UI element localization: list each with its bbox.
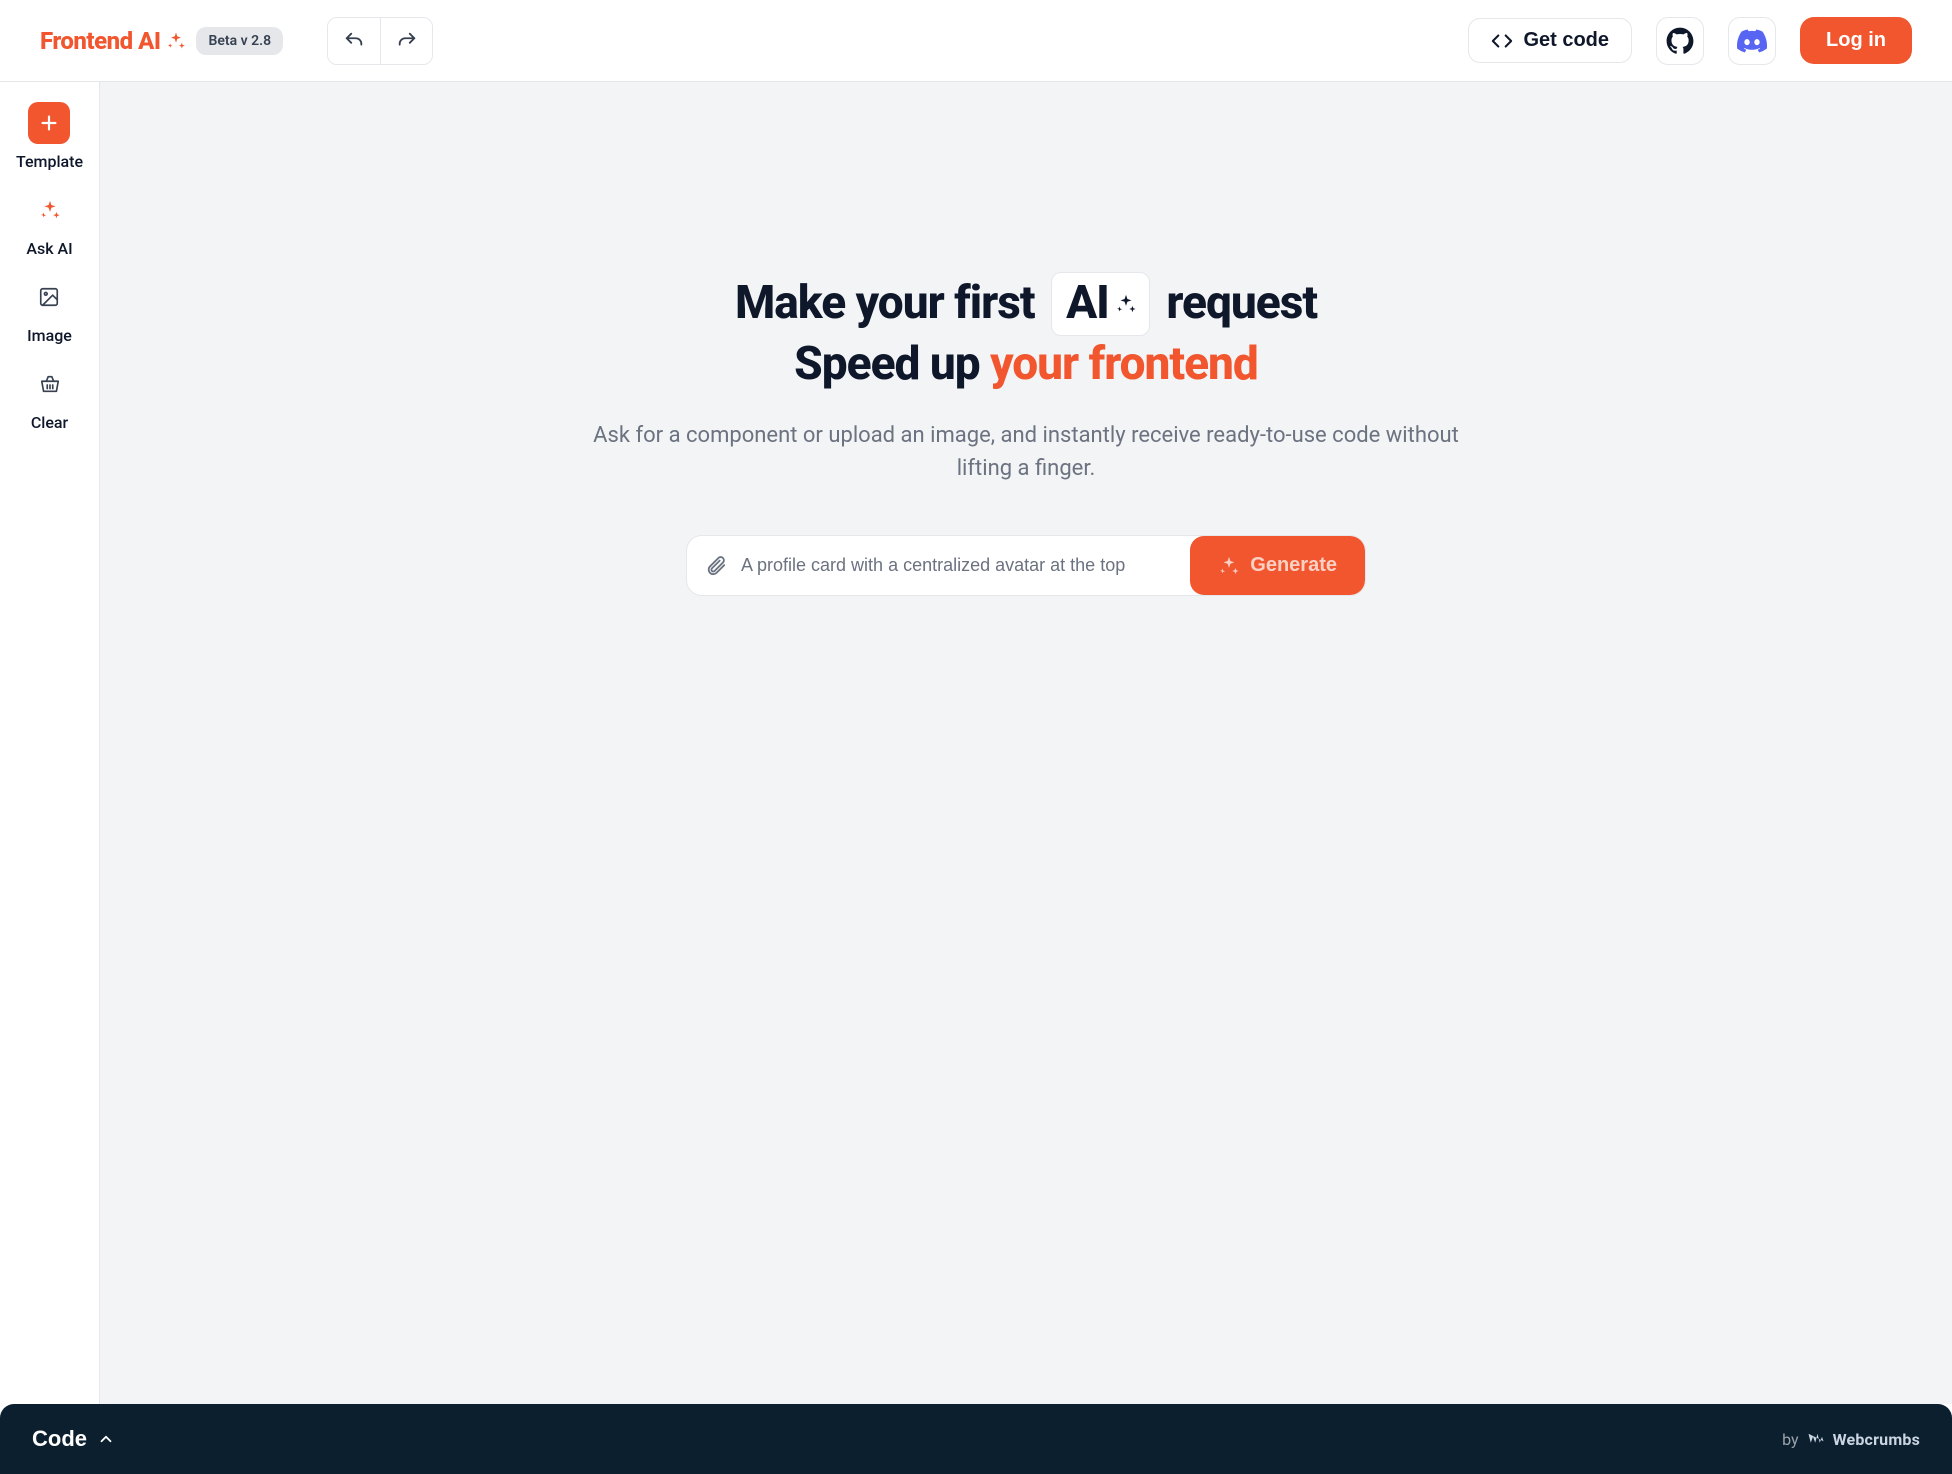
plus-icon xyxy=(38,112,60,134)
hero-line2-accent: your frontend xyxy=(990,337,1258,391)
paperclip-icon[interactable] xyxy=(705,555,727,577)
code-panel-label: Code xyxy=(32,1426,87,1452)
get-code-button[interactable]: Get code xyxy=(1468,18,1632,63)
prompt-bar: Generate xyxy=(686,535,1366,596)
ai-chip-text: AI xyxy=(1066,275,1109,333)
redo-icon xyxy=(396,30,418,52)
sidebar-item-template[interactable]: Template xyxy=(16,102,83,171)
app-header: Frontend AI Beta v 2.8 xyxy=(0,0,1952,82)
sidebar-label-ask-ai: Ask AI xyxy=(26,239,72,258)
sparkle-icon xyxy=(39,199,61,221)
hero-subtitle: Ask for a component or upload an image, … xyxy=(576,419,1476,485)
code-panel-toggle[interactable]: Code xyxy=(32,1426,115,1452)
undo-icon xyxy=(343,30,365,52)
credits-name: Webcrumbs xyxy=(1833,1430,1920,1449)
undo-redo-group xyxy=(327,17,433,65)
sidebar-label-template: Template xyxy=(16,152,83,171)
generate-label: Generate xyxy=(1250,554,1337,577)
basket-icon xyxy=(39,373,61,395)
credits-by: by xyxy=(1782,1430,1798,1449)
prompt-input[interactable] xyxy=(741,555,1172,576)
hero-line1-before: Make your first xyxy=(735,276,1045,330)
sparkle-icon xyxy=(1218,555,1240,577)
sidebar-item-clear[interactable]: Clear xyxy=(29,363,71,432)
app-logo[interactable]: Frontend AI xyxy=(40,27,186,55)
get-code-label: Get code xyxy=(1523,29,1609,52)
credits: by Webcrumbs xyxy=(1782,1430,1920,1449)
github-icon xyxy=(1666,27,1694,55)
login-label: Log in xyxy=(1826,29,1886,51)
sparkle-icon xyxy=(166,31,186,51)
sidebar-item-image[interactable]: Image xyxy=(27,276,72,345)
ask-ai-tile xyxy=(29,189,71,231)
clear-tile xyxy=(29,363,71,405)
discord-button[interactable] xyxy=(1728,17,1776,65)
github-button[interactable] xyxy=(1656,17,1704,65)
discord-icon xyxy=(1737,29,1767,53)
beta-badge: Beta v 2.8 xyxy=(196,27,283,55)
image-tile xyxy=(28,276,70,318)
code-panel: Code by Webcrumbs xyxy=(0,1404,1952,1474)
undo-button[interactable] xyxy=(328,18,380,64)
logo-text: Frontend AI xyxy=(40,27,160,55)
hero-line2-plain: Speed up xyxy=(794,337,990,391)
sparkle-icon xyxy=(1115,293,1137,315)
sidebar-label-image: Image xyxy=(27,326,72,345)
chevron-up-icon xyxy=(97,1430,115,1448)
webcrumbs-logo-icon xyxy=(1807,1430,1825,1448)
hero-heading: Make your first AI request Speed up your… xyxy=(576,272,1476,393)
hero: Make your first AI request Speed up your… xyxy=(576,272,1476,485)
plus-tile xyxy=(28,102,70,144)
generate-button[interactable]: Generate xyxy=(1190,536,1365,595)
logo-area: Frontend AI Beta v 2.8 xyxy=(40,27,283,55)
main-canvas: Make your first AI request Speed up your… xyxy=(100,82,1952,1404)
sidebar-label-clear: Clear xyxy=(31,413,68,432)
prompt-input-area xyxy=(687,536,1190,595)
login-button[interactable]: Log in xyxy=(1800,17,1912,64)
left-sidebar: Template Ask AI Image xyxy=(0,82,100,1404)
image-icon xyxy=(38,286,60,308)
ai-chip: AI xyxy=(1051,272,1150,336)
hero-line1-after: request xyxy=(1166,276,1317,330)
code-icon xyxy=(1491,30,1513,52)
redo-button[interactable] xyxy=(380,18,432,64)
sidebar-item-ask-ai[interactable]: Ask AI xyxy=(26,189,72,258)
